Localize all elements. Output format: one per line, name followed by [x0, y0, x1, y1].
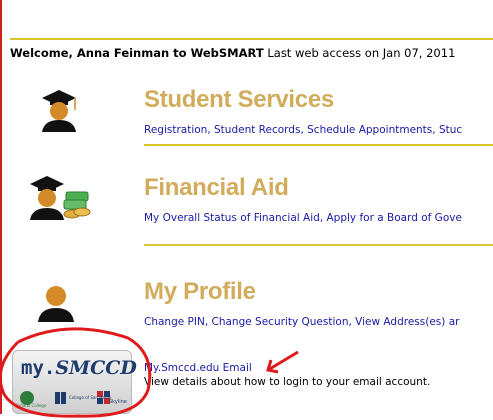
link-student-records[interactable]: Student Records [214, 124, 300, 136]
section-links: My Overall Status of Financial Aid, Appl… [144, 212, 462, 224]
section-links: Registration, Student Records, Schedule … [144, 124, 463, 136]
last-access-text: Last web access on Jan 07, 2011 [263, 46, 456, 60]
section-divider [144, 144, 493, 146]
graduate-icon[interactable] [36, 86, 82, 136]
welcome-text: Welcome, Anna Feinman to WebSMART [10, 46, 264, 60]
section-title[interactable]: Student Services [144, 86, 334, 114]
section-title[interactable]: My Profile [144, 278, 256, 306]
link-student-more[interactable]: Stuc [439, 124, 462, 136]
annotation-circle [0, 327, 152, 418]
header-divider [10, 38, 493, 40]
annotation-arrow-icon [266, 350, 299, 374]
link-security-question[interactable]: Change Security Question [212, 316, 349, 328]
graduate-money-icon[interactable] [26, 172, 92, 224]
section-links: Change PIN, Change Security Question, Vi… [144, 316, 460, 328]
link-schedule-appointments[interactable]: Schedule Appointments [307, 124, 432, 136]
section-divider [144, 244, 493, 246]
link-financial-aid-status[interactable]: My Overall Status of Financial Aid [144, 212, 320, 224]
section-title[interactable]: Financial Aid [144, 174, 289, 202]
welcome-banner: Welcome, Anna Feinman to WebSMART Last w… [10, 46, 455, 60]
email-link[interactable]: My.Smccd.edu Email [144, 362, 252, 374]
link-apply-board[interactable]: Apply for a Board of Gove [327, 212, 462, 224]
link-registration[interactable]: Registration [144, 124, 207, 136]
link-view-address[interactable]: View Address(es) ar [355, 316, 459, 328]
